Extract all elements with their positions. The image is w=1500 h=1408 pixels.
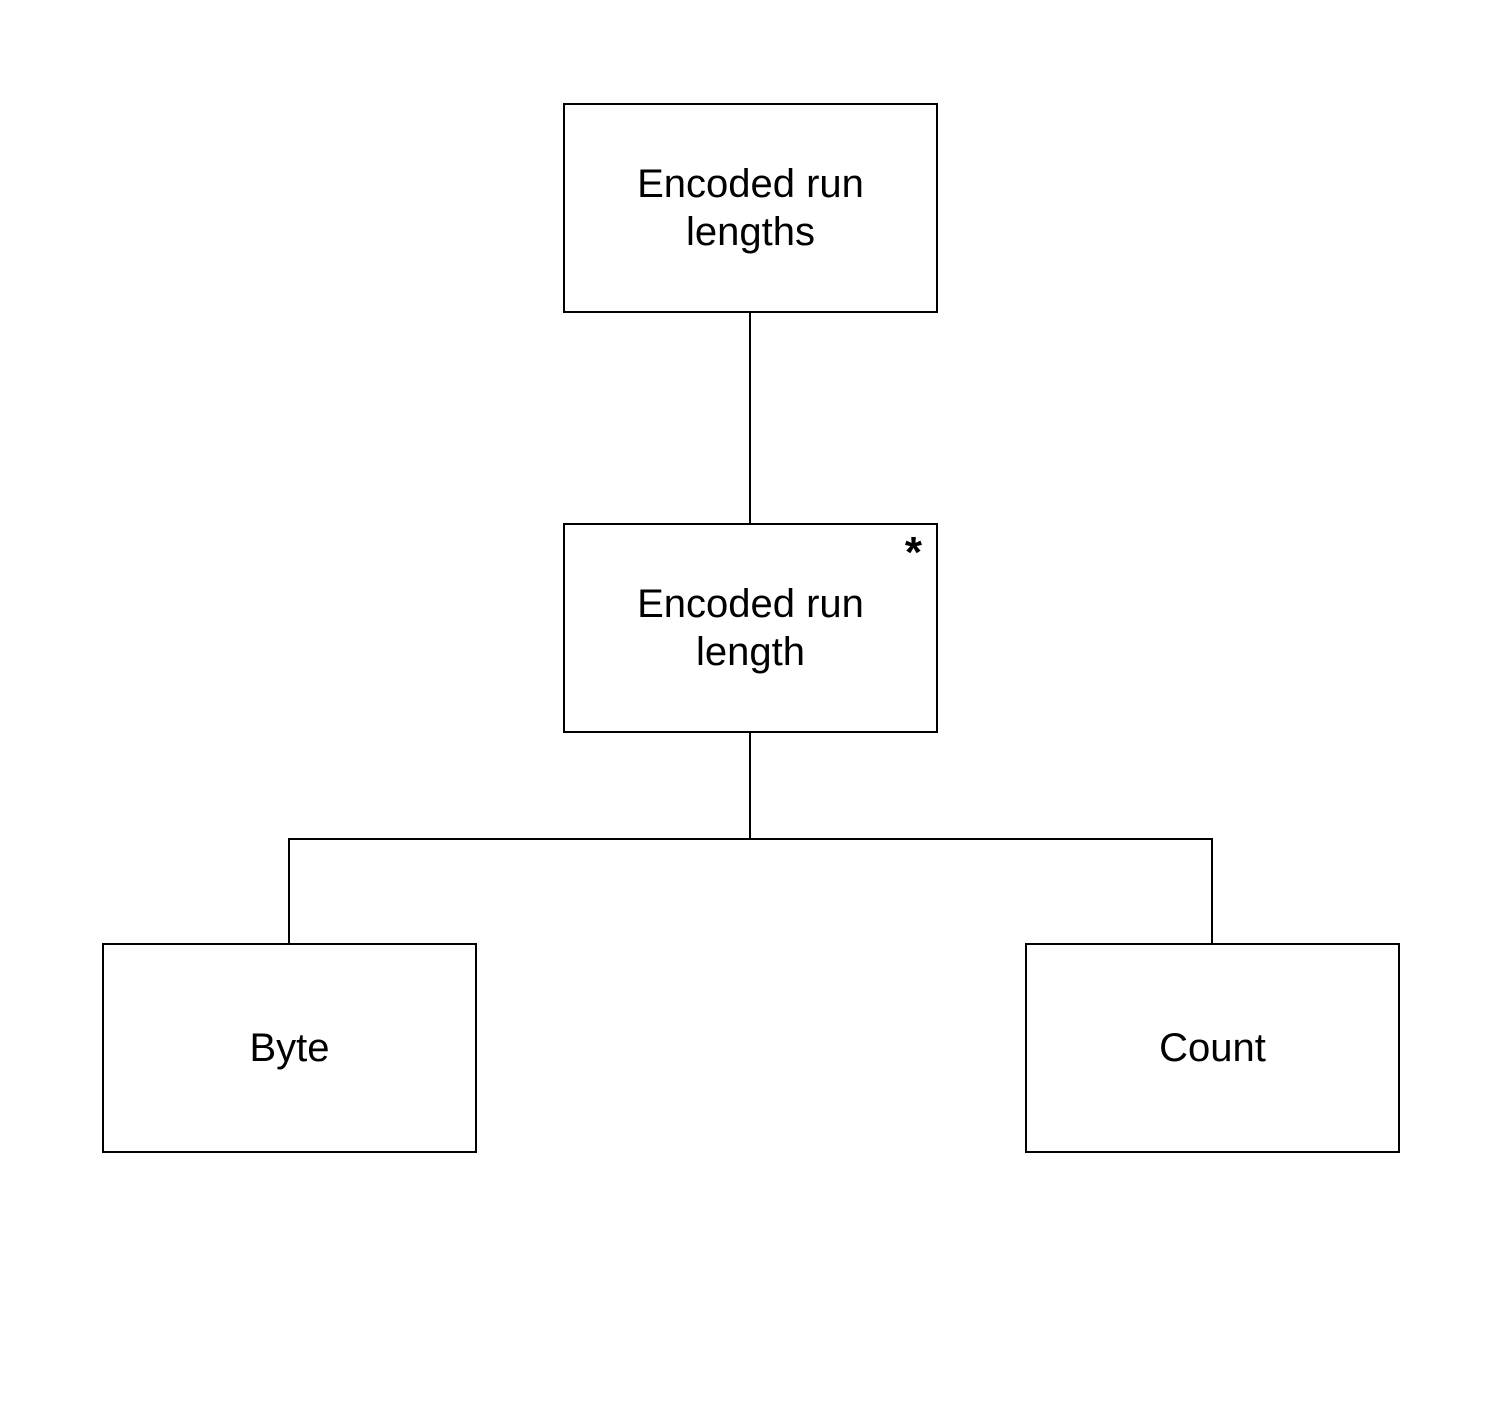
node-count: Count xyxy=(1025,943,1400,1153)
connector-mid-to-branch xyxy=(749,733,751,838)
connector-branch-to-count xyxy=(1211,838,1213,943)
connector-branch-to-byte xyxy=(288,838,290,943)
node-label: Encoded run length xyxy=(585,580,916,676)
node-label: Count xyxy=(1159,1024,1266,1072)
multiplicity-asterisk: * xyxy=(905,531,922,575)
node-label: Byte xyxy=(249,1024,329,1072)
connector-root-to-mid xyxy=(749,313,751,523)
connector-branch-horizontal xyxy=(288,838,1213,840)
node-encoded-run-length: Encoded run length * xyxy=(563,523,938,733)
node-byte: Byte xyxy=(102,943,477,1153)
node-encoded-run-lengths: Encoded run lengths xyxy=(563,103,938,313)
node-label: Encoded run lengths xyxy=(585,160,916,256)
